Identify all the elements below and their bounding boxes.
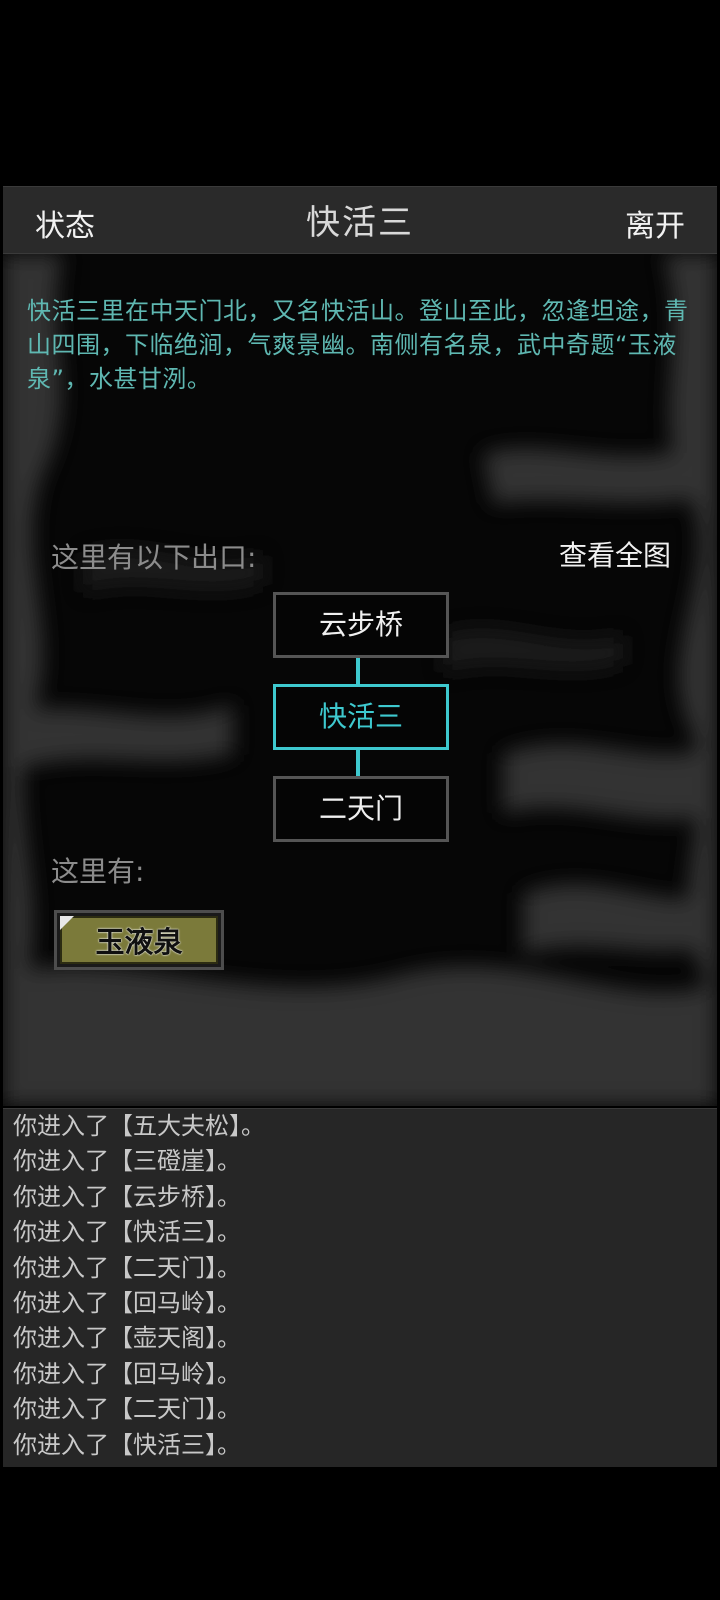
- game-screen: 状态 快活三 离开 快活三里在中天门北，又名快活山。登山至此，忽逢坦途，青山四围…: [0, 0, 720, 1600]
- location-title: 快活三: [306, 203, 414, 243]
- log-line: 你进入了【回马岭】。: [13, 1288, 241, 1317]
- log-line: 你进入了【壶天阁】。: [13, 1324, 241, 1353]
- top-bar: 状态 快活三 离开: [3, 186, 717, 254]
- location-panel: 快活三里在中天门北，又名快活山。登山至此，忽逢坦途，青山四围，下临绝涧，气爽景幽…: [3, 254, 717, 1106]
- item-button-label: 玉液泉: [60, 916, 218, 964]
- item-button-yuyequan[interactable]: 玉液泉: [54, 910, 224, 970]
- log-line: 你进入了【三磴崖】。: [13, 1147, 241, 1176]
- leave-button[interactable]: 离开: [625, 201, 685, 245]
- exit-connector-south: [356, 750, 360, 776]
- view-full-map-button[interactable]: 查看全图: [559, 534, 671, 574]
- exit-north[interactable]: 云步桥: [273, 592, 449, 658]
- log-line: 你进入了【回马岭】。: [13, 1359, 241, 1388]
- exit-connector-north: [356, 658, 360, 684]
- log-line: 你进入了【快活三】。: [13, 1218, 241, 1247]
- items-here-label: 这里有:: [51, 855, 145, 888]
- location-description: 快活三里在中天门北，又名快活山。登山至此，忽逢坦途，青山四围，下临绝涧，气爽景幽…: [27, 297, 689, 393]
- exits-label: 这里有以下出口:: [51, 541, 257, 574]
- exit-south[interactable]: 二天门: [273, 776, 449, 842]
- log-line: 你进入了【云步桥】。: [13, 1182, 241, 1211]
- message-log[interactable]: 你进入了【五大夫松】。 你进入了【三磴崖】。 你进入了【云步桥】。 你进入了【快…: [3, 1108, 717, 1467]
- log-line: 你进入了【二天门】。: [13, 1395, 241, 1424]
- log-line: 你进入了【五大夫松】。: [13, 1112, 265, 1140]
- log-line: 你进入了【快活三】。: [13, 1430, 241, 1459]
- current-location-node: 快活三: [273, 684, 449, 750]
- log-line: 你进入了【二天门】。: [13, 1253, 241, 1282]
